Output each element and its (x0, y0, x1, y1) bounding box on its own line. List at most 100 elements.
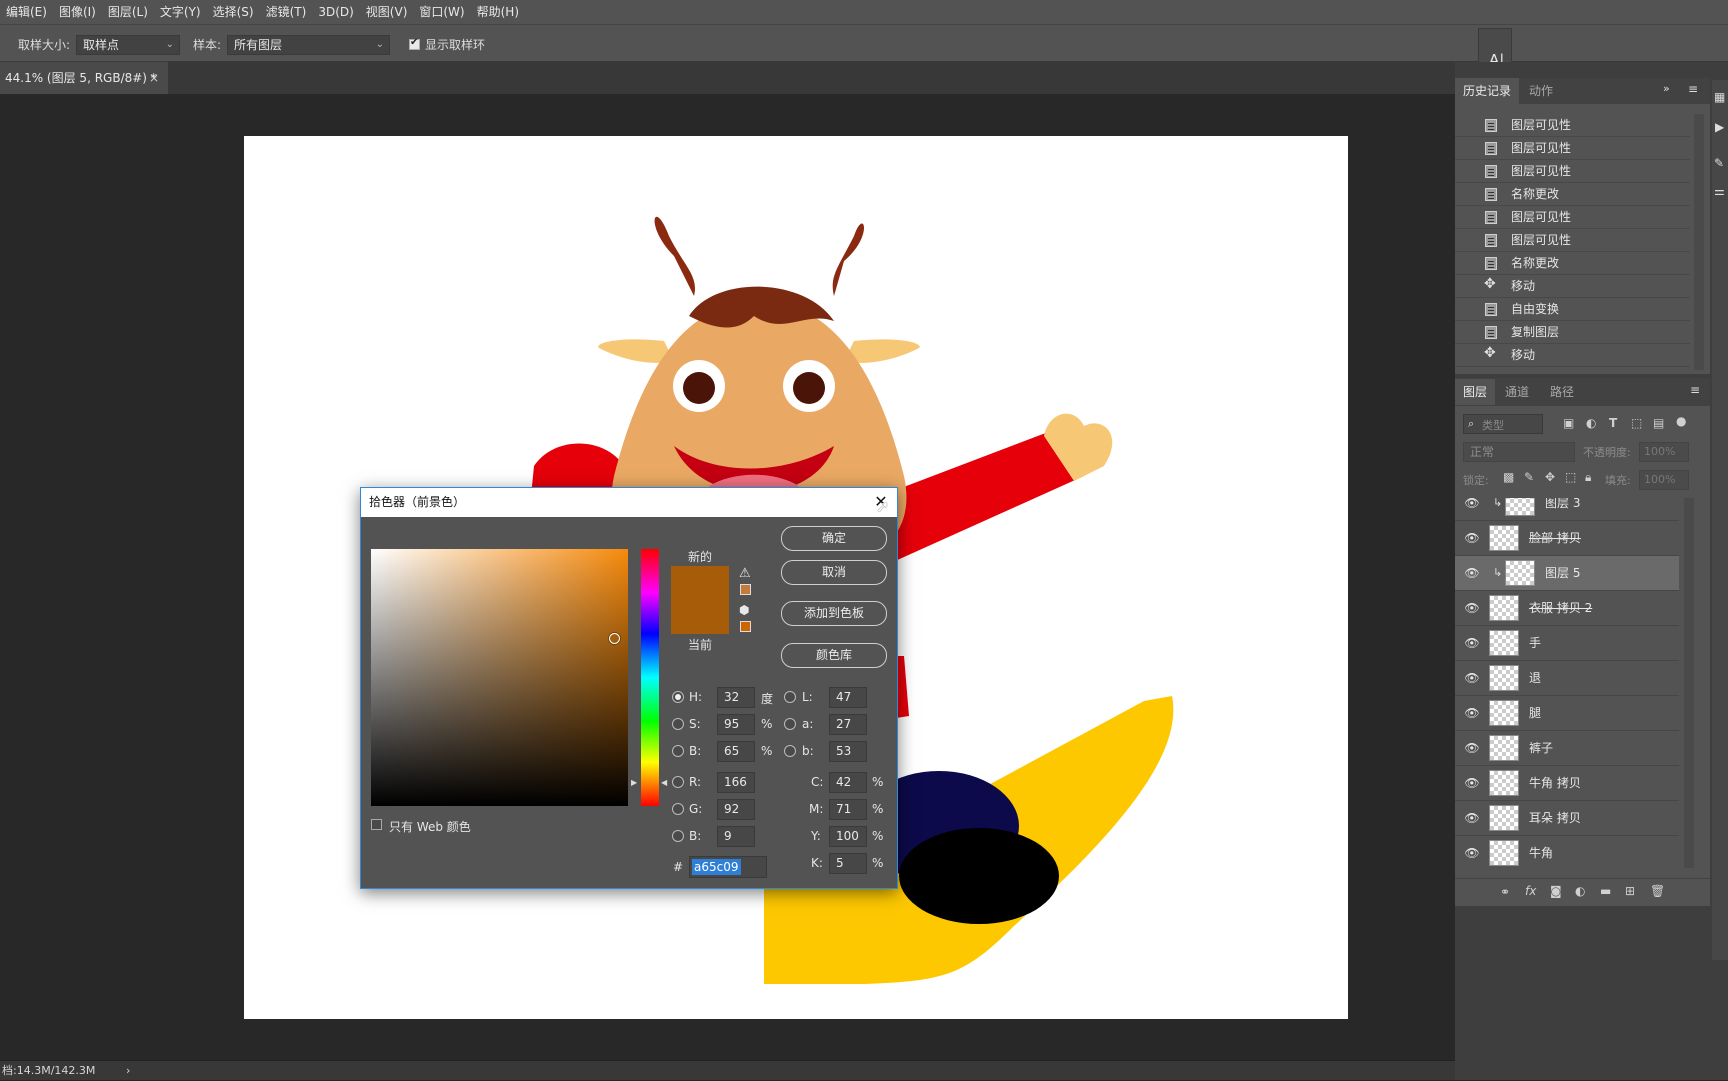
layer-row[interactable]: 👁︎ 手 (1455, 626, 1679, 661)
hue-input[interactable]: 32 (717, 687, 755, 708)
lab-b-radio[interactable] (784, 745, 796, 757)
adjustment-layer-icon[interactable]: ◐ (1575, 884, 1585, 898)
blue-input[interactable]: 9 (717, 826, 755, 847)
menu-item[interactable]: 视图(V) (360, 0, 414, 24)
history-item[interactable]: 图层可见性 (1455, 137, 1690, 160)
fx-icon[interactable]: fx (1525, 884, 1536, 898)
menu-item[interactable]: 选择(S) (207, 0, 260, 24)
cancel-button[interactable]: 取消 (781, 560, 887, 585)
hue-arrow-right-icon[interactable]: ◀ (661, 778, 667, 787)
layer-row[interactable]: 👁︎ ↳ 图层 3 (1455, 498, 1679, 521)
eye-icon[interactable]: 👁︎ (1464, 846, 1480, 860)
black-input[interactable]: 5 (829, 853, 867, 874)
history-item[interactable]: 复制图层 (1455, 321, 1690, 344)
panel-menu-icon[interactable]: ≡ (1688, 82, 1698, 96)
adjustment-filter-icon[interactable]: ◐ (1586, 416, 1596, 430)
ok-button[interactable]: 确定 (781, 526, 887, 551)
green-radio[interactable] (672, 803, 684, 815)
eye-icon[interactable]: 👁︎ (1464, 741, 1480, 755)
history-scrollbar[interactable] (1694, 114, 1704, 370)
blend-mode-select[interactable]: 正常 (1463, 442, 1575, 462)
layer-row[interactable]: 👁︎ 耳朵 拷贝 (1455, 801, 1679, 836)
sample-size-select[interactable]: 取样点 ⌄ (76, 35, 180, 55)
red-input[interactable]: 166 (717, 772, 755, 793)
web-safe-cube-icon[interactable]: ⬢ (739, 603, 749, 617)
panel-expand-icon[interactable]: » (1663, 82, 1670, 95)
smart-filter-icon[interactable]: ▤ (1653, 416, 1664, 430)
tab-actions[interactable]: 动作 (1521, 78, 1561, 104)
menu-item[interactable]: 3D(D) (312, 0, 359, 24)
sample-select[interactable]: 所有图层 ⌄ (227, 35, 390, 55)
adjust-icon[interactable]: ⚌ (1714, 184, 1725, 198)
tab-paths[interactable]: 路径 (1542, 379, 1582, 405)
menu-item[interactable]: 窗口(W) (413, 0, 470, 24)
cyan-input[interactable]: 42 (829, 772, 867, 793)
saturation-radio[interactable] (672, 718, 684, 730)
history-item[interactable]: 自由变换 (1455, 298, 1690, 321)
eye-icon[interactable]: 👁︎ (1464, 636, 1480, 650)
new-group-icon[interactable]: ▬ (1600, 884, 1611, 898)
layer-row[interactable]: 👁︎ 衣服 拷贝 2 (1455, 591, 1679, 626)
layer-thumbnail[interactable] (1489, 840, 1519, 866)
status-arrow-icon[interactable]: › (126, 1061, 130, 1081)
blue-radio[interactable] (672, 830, 684, 842)
link-layers-icon[interactable]: ⚭ (1500, 885, 1510, 899)
layer-scrollbar[interactable] (1684, 498, 1694, 868)
saturation-input[interactable]: 95 (717, 714, 755, 735)
history-item[interactable]: 名称更改 (1455, 183, 1690, 206)
menu-item[interactable]: 文字(Y) (154, 0, 207, 24)
web-safe-swatch[interactable] (740, 621, 751, 632)
tab-layers[interactable]: 图层 (1455, 379, 1496, 405)
hue-arrow-left-icon[interactable]: ▶ (631, 778, 637, 787)
layer-thumbnail[interactable] (1489, 595, 1519, 621)
lab-a-input[interactable]: 27 (829, 714, 867, 735)
layer-filter-select[interactable]: ⌕ 类型 (1463, 414, 1543, 434)
layer-row[interactable]: 👁︎ 退 (1455, 661, 1679, 696)
panel-menu-icon[interactable]: ≡ (1690, 383, 1700, 397)
yellow-input[interactable]: 100 (829, 826, 867, 847)
show-ring-checkbox[interactable] (409, 37, 420, 50)
layer-thumbnail[interactable] (1489, 665, 1519, 691)
gamut-swatch[interactable] (740, 584, 751, 595)
lab-l-radio[interactable] (784, 691, 796, 703)
magenta-input[interactable]: 71 (829, 799, 867, 820)
brightness-input[interactable]: 65 (717, 741, 755, 762)
history-item[interactable]: 名称更改 (1455, 252, 1690, 275)
shape-filter-icon[interactable]: ⬚ (1631, 416, 1642, 430)
lock-transparent-icon[interactable]: ▩ (1503, 470, 1514, 484)
out-of-gamut-warning-icon[interactable]: ⚠ (739, 566, 751, 581)
swatch-panel-icon[interactable]: ▦ (1714, 90, 1725, 104)
hue-slider[interactable] (641, 549, 659, 806)
lock-all-icon[interactable]: 🔒︎ (1585, 470, 1591, 485)
brightness-radio[interactable] (672, 745, 684, 757)
history-item[interactable]: 图层可见性 (1455, 114, 1690, 137)
green-input[interactable]: 92 (717, 799, 755, 820)
web-only-checkbox[interactable] (371, 819, 382, 830)
layer-row[interactable]: 👁︎ 腿 (1455, 696, 1679, 731)
layer-thumbnail[interactable] (1505, 498, 1535, 516)
layer-row[interactable]: 👁︎ 脸部 拷贝 (1455, 521, 1679, 556)
color-libraries-button[interactable]: 颜色库 (781, 643, 887, 668)
filter-toggle-icon[interactable]: ● (1676, 414, 1686, 428)
eye-icon[interactable]: 👁︎ (1464, 671, 1480, 685)
image-filter-icon[interactable]: ▣ (1563, 416, 1574, 430)
eye-icon[interactable]: 👁︎ (1464, 776, 1480, 790)
hue-radio[interactable] (672, 691, 684, 703)
red-radio[interactable] (672, 776, 684, 788)
close-tab-icon[interactable]: × (149, 62, 159, 94)
eye-icon[interactable]: 👁︎ (1464, 811, 1480, 825)
history-item[interactable]: ✥ 移动 (1455, 275, 1690, 298)
document-tab[interactable]: 44.1% (图层 5, RGB/8#) * × (0, 62, 168, 94)
lab-l-input[interactable]: 47 (829, 687, 867, 708)
eye-icon[interactable]: 👁︎ (1464, 498, 1480, 510)
menu-item[interactable]: 编辑(E) (0, 0, 53, 24)
layer-row[interactable]: 👁︎ 牛角 拷贝 (1455, 766, 1679, 801)
tab-channels[interactable]: 通道 (1497, 379, 1537, 405)
tab-history[interactable]: 历史记录 (1455, 78, 1520, 104)
lock-artboard-icon[interactable]: ⬚ (1565, 470, 1576, 484)
layer-thumbnail[interactable] (1489, 700, 1519, 726)
eye-icon[interactable]: 👁︎ (1464, 566, 1480, 580)
play-icon[interactable]: ▶ (1715, 120, 1724, 134)
color-sample-ring[interactable] (609, 632, 621, 644)
lock-paint-icon[interactable]: ✎ (1524, 470, 1534, 484)
